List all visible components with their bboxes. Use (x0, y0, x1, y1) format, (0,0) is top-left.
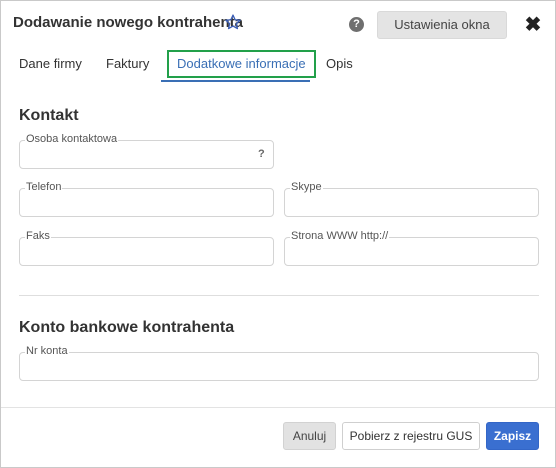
star-icon[interactable] (224, 13, 242, 31)
website-label: Strona WWW http:// (290, 230, 390, 242)
dialog-header: Dodawanie nowego kontrahenta ? Ustawieni… (1, 1, 555, 47)
star-icon-graphic (225, 14, 241, 30)
add-contractor-dialog: Dodawanie nowego kontrahenta ? Ustawieni… (0, 0, 556, 468)
skype-label: Skype (290, 181, 323, 193)
help-icon[interactable]: ? (349, 17, 364, 32)
dialog-footer: Anuluj Pobierz z rejestru GUS Zapisz (1, 407, 555, 467)
section-divider (19, 295, 539, 296)
phone-label: Telefon (25, 181, 63, 193)
tab-invoices[interactable]: Faktury (106, 56, 149, 71)
bank-section-title: Konto bankowe kontrahenta (19, 319, 235, 336)
tab-description[interactable]: Opis (326, 56, 353, 71)
tab-company-data[interactable]: Dane firmy (19, 56, 82, 71)
tab-additional-info[interactable]: Dodatkowe informacje (167, 50, 316, 78)
account-number-input[interactable] (19, 352, 539, 381)
contact-person-help-icon[interactable]: ? (258, 148, 265, 160)
account-number-label: Nr konta (25, 345, 69, 357)
close-icon[interactable]: ✖ (523, 15, 543, 35)
contact-section-title: Kontakt (19, 107, 79, 124)
fetch-gus-button[interactable]: Pobierz z rejestru GUS (342, 422, 480, 450)
fax-label: Faks (25, 230, 51, 242)
dialog-title: Dodawanie nowego kontrahenta (13, 14, 244, 31)
active-tab-underline (161, 80, 310, 82)
cancel-button[interactable]: Anuluj (283, 422, 336, 450)
fax-input[interactable] (19, 237, 274, 266)
contact-person-label: Osoba kontaktowa (25, 133, 119, 145)
tab-bar: Dane firmy Faktury Dodatkowe informacje … (1, 47, 555, 83)
window-settings-button[interactable]: Ustawienia okna (377, 11, 507, 39)
save-button[interactable]: Zapisz (486, 422, 539, 450)
